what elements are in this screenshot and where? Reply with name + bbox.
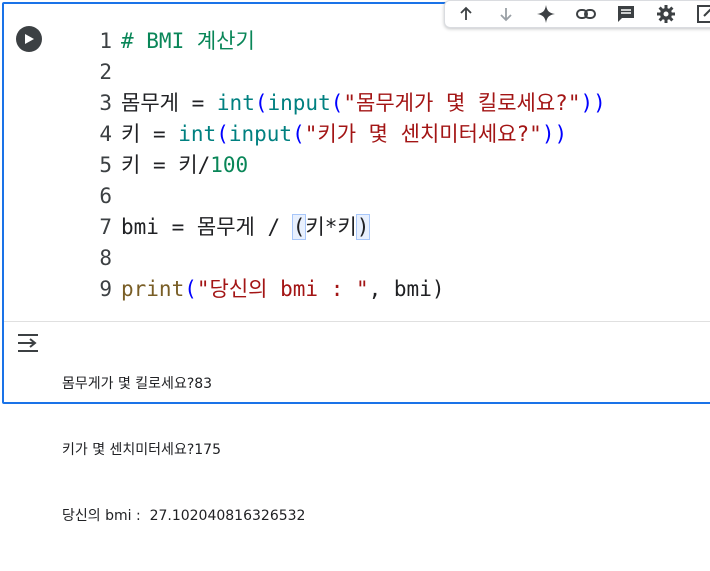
string-literal: "키가 몇 센치미터세요?" (304, 122, 542, 146)
link-icon (576, 9, 596, 19)
line-number: 3 (99, 91, 112, 115)
comment-button[interactable] (611, 2, 641, 26)
string-literal: "몸무게가 몇 킬로세요?" (343, 91, 581, 115)
builtin-print: print (121, 277, 185, 301)
cell-toolbar (444, 0, 710, 28)
matched-paren: ) (355, 214, 371, 240)
line-number: 5 (99, 153, 112, 177)
operator: = (140, 153, 179, 177)
code-line-2: 2 (4, 57, 704, 88)
code-line-8: 8 (4, 243, 704, 274)
arrow-up-icon (460, 6, 472, 20)
variable: bmi (121, 215, 159, 239)
paren: ( (216, 122, 229, 146)
operator: = (140, 122, 179, 146)
matched-paren: ( (291, 214, 307, 240)
cell-output: 몸무게가 몇 킬로세요?83 키가 몇 센치미터세요?175 당신의 bmi :… (62, 329, 305, 571)
sparkle-icon (537, 5, 555, 23)
code-line-4: 4 키 = int(input("키가 몇 센치미터세요?")) (4, 119, 704, 150)
expression: , bmi) (368, 277, 445, 301)
output-line: 당신의 bmi : 27.102040816326532 (62, 508, 306, 524)
comment: # BMI 계산기 (121, 29, 255, 53)
variable: 몸무게 (121, 91, 179, 115)
output-icon (18, 334, 38, 352)
expression: 몸무게 / (196, 215, 293, 239)
paren: ( (330, 91, 344, 115)
variable: 키 (121, 153, 141, 177)
paren: ( (184, 277, 197, 301)
builtin-int: int (216, 91, 255, 115)
string-literal: "당신의 bmi : " (196, 277, 369, 301)
copy-link-button[interactable] (571, 2, 601, 26)
settings-button[interactable] (651, 2, 681, 26)
output-actions-button[interactable] (16, 332, 42, 354)
comment-icon (618, 6, 634, 22)
line-number: 6 (99, 184, 112, 208)
paren: )) (541, 122, 568, 146)
paren: )) (580, 91, 606, 115)
line-number: 8 (99, 246, 112, 270)
line-number: 7 (99, 215, 112, 239)
arrow-down-icon (500, 8, 512, 22)
line-number: 1 (99, 29, 112, 53)
operator: = (158, 215, 197, 239)
paren: ( (292, 122, 305, 146)
gear-icon (657, 5, 675, 23)
code-line-6: 6 (4, 181, 704, 212)
operator: = (178, 91, 217, 115)
builtin-input: input (228, 122, 293, 146)
builtin-input: input (267, 91, 331, 115)
code-line-7: 7 bmi = 몸무게 / (키*키) (4, 212, 704, 243)
output-line: 키가 몇 센치미터세요?175 (62, 442, 221, 458)
variable: 키 (121, 122, 141, 146)
popout-button[interactable] (691, 2, 710, 26)
code-cell[interactable]: 1 # BMI 계산기 2 3 몸무게 = int(input("몸무게가 몇 … (2, 0, 710, 524)
code-line-5: 5 키 = 키/100 (4, 150, 704, 181)
output-line: 몸무게가 몇 킬로세요?83 (62, 376, 213, 392)
expression: 키/ (178, 153, 211, 177)
paren: ( (254, 91, 268, 115)
expression: 키*키 (305, 215, 357, 239)
number-literal: 100 (210, 153, 249, 177)
line-number: 4 (99, 122, 112, 146)
code-line-9: 9 print("당신의 bmi : ", bmi) (4, 274, 704, 305)
line-number: 9 (99, 277, 112, 301)
code-line-1: 1 # BMI 계산기 (4, 26, 704, 57)
move-down-button[interactable] (491, 2, 521, 26)
gemini-button[interactable] (531, 2, 561, 26)
code-line-3: 3 몸무게 = int(input("몸무게가 몇 킬로세요?")) (4, 88, 704, 119)
line-number: 2 (99, 60, 112, 84)
output-divider (4, 321, 710, 322)
popout-icon (697, 5, 710, 23)
builtin-int: int (178, 122, 217, 146)
move-up-button[interactable] (451, 2, 481, 26)
